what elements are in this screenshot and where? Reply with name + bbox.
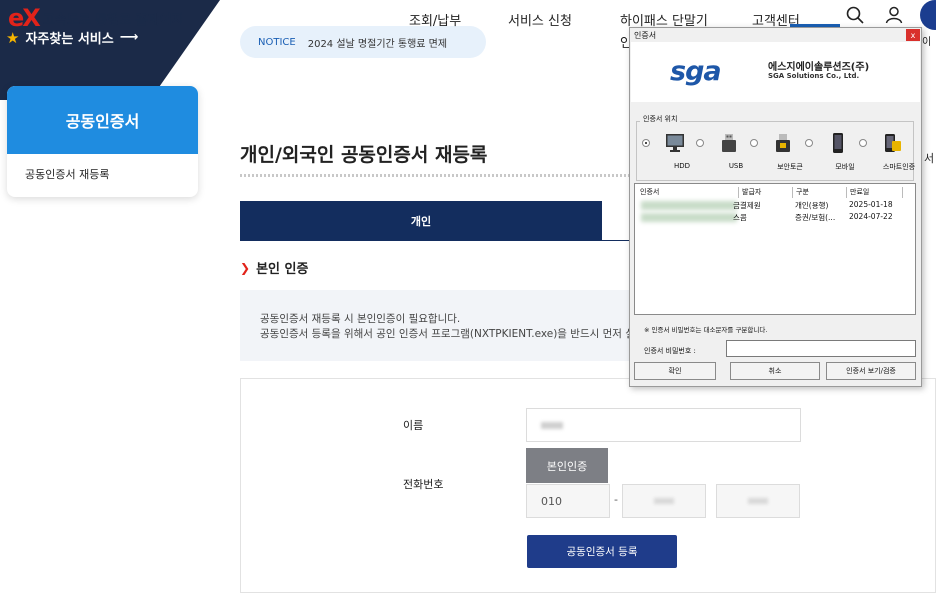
sidebar-item-cert-reregister[interactable]: 공동인증서 재등록 (25, 166, 109, 182)
masked-cert-name (641, 201, 737, 210)
info-line: 공동인증서 재등록 시 본인인증이 필요합니다. (260, 313, 461, 325)
phone-prefix-select[interactable]: 010 (526, 484, 610, 518)
radio-smart[interactable] (859, 139, 867, 147)
notice-label: NOTICE (258, 36, 296, 48)
sidebar-card: 공동인증서 공동인증서 재등록 (7, 86, 198, 197)
site-name: 고속도로 통행료 홈페이지 (42, 12, 184, 28)
info-box: 공동인증서 재등록 시 본인인증이 필요합니다. 공동인증서 등록을 위해서 공… (240, 290, 630, 361)
info-line: 공동인증서 등록을 위해서 공인 인증서 프로그램(NXTPKIENT.exe)… (260, 328, 630, 340)
radio-hdd[interactable] (642, 139, 650, 147)
location-legend: 인증서 위치 (640, 114, 681, 124)
cell-issuer: 금결제원 (733, 201, 761, 210)
title-divider (240, 174, 630, 177)
location-label: HDD (673, 162, 691, 170)
column-header[interactable]: 구분 (793, 187, 847, 198)
cert-list[interactable]: 인증서 발급자 구분 만료일 금결제원 개인(용행) 2025-01-18 스콤… (634, 183, 916, 315)
cell-type: 증권/보험(... (795, 213, 836, 222)
star-icon: ★ (6, 28, 20, 47)
radio-token[interactable] (750, 139, 758, 147)
password-label: 인증서 비밀번호 : (644, 347, 696, 355)
favorites-label: 자주찾는 서비스 (25, 32, 114, 47)
search-icon[interactable] (846, 6, 864, 24)
monitor-icon (666, 134, 684, 152)
view-cert-button[interactable]: 인증서 보기/검증 (826, 362, 916, 380)
security-token-icon (776, 134, 790, 152)
user-icon[interactable] (885, 6, 903, 24)
location-label: 보안토큰 (777, 163, 803, 171)
phone-dash: - (614, 493, 618, 506)
cancel-button[interactable]: 취소 (730, 362, 820, 380)
site-logo[interactable]: eX 고속도로 통행료 홈페이지 (8, 4, 184, 32)
column-header[interactable]: 인증서 (637, 187, 739, 198)
register-cert-button[interactable]: 공동인증서 등록 (527, 535, 677, 568)
radio-mobile[interactable] (805, 139, 813, 147)
header-edge-fragment: 이 (922, 37, 932, 48)
verify-button[interactable]: 본인인증 (526, 448, 608, 483)
confirm-button[interactable]: 확인 (634, 362, 716, 380)
cert-list-header: 인증서 발급자 구분 만료일 (635, 186, 915, 198)
column-header[interactable]: 만료일 (847, 187, 903, 198)
phone-last-input[interactable] (716, 484, 800, 518)
tab-personal[interactable]: 개인 (240, 201, 602, 241)
masked-cert-name (641, 213, 737, 222)
location-label: 스마트인증 (882, 163, 916, 171)
masked-phone-last (748, 498, 768, 504)
table-row[interactable]: 금결제원 개인(용행) 2025-01-18 (635, 200, 915, 211)
phone-middle-input[interactable] (622, 484, 706, 518)
nav-item-service[interactable]: 서비스 신청 (508, 10, 572, 29)
cell-issuer: 스콤 (733, 213, 747, 222)
section-title: ❯ 본인 인증 (240, 258, 309, 278)
smart-auth-icon (885, 134, 901, 152)
menu-circle-button[interactable] (920, 0, 936, 30)
name-input[interactable] (526, 408, 801, 442)
mobile-phone-icon (833, 133, 843, 153)
location-label: USB (728, 162, 744, 170)
password-input[interactable] (726, 340, 916, 357)
masked-phone-middle (654, 498, 674, 504)
phone-label: 전화번호 (403, 478, 444, 491)
section-title-text: 본인 인증 (256, 262, 309, 277)
notice-text: 2024 설날 명절기간 통행료 면제 (307, 38, 448, 50)
arrow-right-icon: ⟶ (119, 30, 139, 45)
dialog-title: 인증서 (634, 31, 657, 40)
sidebar-title: 공동인증서 (7, 86, 198, 154)
page-title: 개인/외국인 공동인증서 재등록 (240, 144, 488, 166)
masked-name (541, 421, 563, 429)
close-icon[interactable]: x (906, 29, 920, 41)
ex-logo-icon: eX (8, 4, 41, 32)
nav-item-lookup[interactable]: 조회/납부 (409, 10, 461, 29)
cell-expiry: 2025-01-18 (849, 200, 893, 209)
password-note: ※ 인증서 비밀번호는 대소문자를 구분합니다. (644, 326, 768, 334)
company-name-ko: 에스지에이솔루션즈(주) (768, 62, 870, 73)
notice-bar[interactable]: NOTICE 2024 설날 명절기간 통행료 면제 (240, 26, 486, 58)
cell-type: 개인(용행) (795, 201, 829, 210)
tab-underline (602, 240, 632, 241)
usb-icon (722, 134, 736, 152)
location-label: 모바일 (835, 163, 855, 171)
company-name-en: SGA Solutions Co., Ltd. (768, 72, 860, 80)
table-row[interactable]: 스콤 증권/보험(... 2024-07-22 (635, 212, 915, 223)
cell-expiry: 2024-07-22 (849, 212, 893, 221)
radio-usb[interactable] (696, 139, 704, 147)
column-header[interactable]: 발급자 (739, 187, 793, 198)
name-label: 이름 (403, 419, 424, 432)
chevron-right-icon: ❯ (240, 260, 251, 275)
sga-logo: sga (670, 56, 722, 87)
cert-dialog: 인증서 x sga 에스지에이솔루션즈(주) SGA Solutions Co.… (629, 27, 922, 387)
favorites-menu[interactable]: ★ 자주찾는 서비스 ⟶ (6, 28, 139, 48)
